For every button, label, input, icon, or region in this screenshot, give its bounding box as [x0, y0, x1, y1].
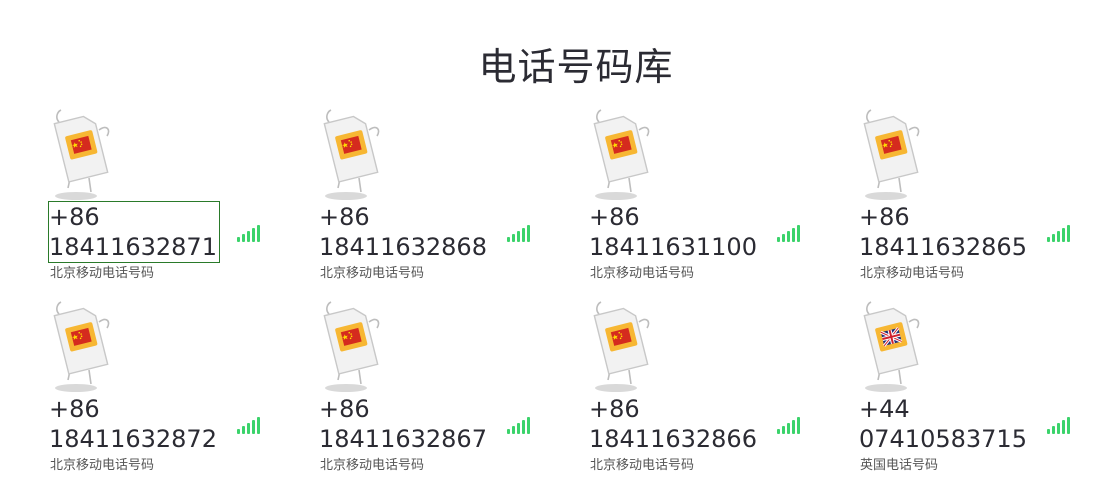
signal-strength-icon — [777, 416, 801, 434]
signal-strength-icon — [507, 224, 531, 242]
phone-number: 18411632866 — [589, 425, 757, 453]
page-title: 电话号码库 — [478, 45, 674, 89]
signal-strength-icon — [1047, 416, 1071, 434]
number-description: 北京移动电话号码 — [50, 266, 155, 281]
country-code: +86 — [319, 203, 370, 231]
signal-strength-icon — [777, 224, 801, 242]
sim-card-icon — [323, 301, 380, 385]
country-code: +44 — [859, 395, 910, 423]
sim-card-icon — [593, 301, 650, 385]
number-description: 北京移动电话号码 — [320, 458, 425, 473]
phone-number-card[interactable]: +86 18411631100 北京移动电话号码 — [589, 108, 819, 288]
sim-card-icon — [863, 301, 920, 385]
phone-number-link[interactable]: +86 18411632868 — [319, 202, 489, 262]
phone-number-link[interactable]: +86 18411632866 — [589, 394, 759, 454]
phone-number-card[interactable]: +86 18411632872 北京移动电话号码 — [49, 300, 279, 480]
phone-number: 18411631100 — [589, 233, 757, 261]
country-code: +86 — [589, 395, 640, 423]
number-description: 北京移动电话号码 — [320, 266, 425, 281]
number-description: 北京移动电话号码 — [590, 266, 695, 281]
phone-number-card[interactable]: +44 07410583715 英国电话号码 — [859, 300, 1089, 480]
phone-number-card[interactable]: +86 18411632866 北京移动电话号码 — [589, 300, 819, 480]
phone-number-card[interactable]: +86 18411632871 北京移动电话号码 — [48, 108, 279, 288]
signal-strength-icon — [1047, 224, 1071, 242]
phone-number: 18411632867 — [319, 425, 487, 453]
phone-number-link[interactable]: +44 07410583715 — [859, 394, 1029, 454]
number-description: 北京移动电话号码 — [590, 458, 695, 473]
country-code: +86 — [589, 203, 640, 231]
phone-number-card[interactable]: +86 18411632868 北京移动电话号码 — [319, 108, 549, 288]
phone-number-link[interactable]: +86 18411632867 — [319, 394, 489, 454]
sim-card-icon — [323, 109, 380, 193]
phone-number-card[interactable]: +86 18411632865 北京移动电话号码 — [859, 108, 1089, 288]
phone-number: 18411632871 — [49, 233, 217, 261]
number-description: 北京移动电话号码 — [50, 458, 155, 473]
country-code: +86 — [49, 203, 100, 231]
signal-strength-icon — [237, 416, 261, 434]
phone-number-link[interactable]: +86 18411632865 — [859, 202, 1029, 262]
number-description: 北京移动电话号码 — [860, 266, 965, 281]
phone-number: 07410583715 — [859, 425, 1027, 453]
signal-strength-icon — [507, 416, 531, 434]
country-code: +86 — [319, 395, 370, 423]
phone-number-card[interactable]: +86 18411632867 北京移动电话号码 — [319, 300, 549, 480]
sim-card-icon — [53, 109, 110, 193]
sim-card-icon — [863, 109, 920, 193]
phone-number: 18411632865 — [859, 233, 1027, 261]
signal-strength-icon — [237, 224, 261, 242]
phone-number-link[interactable]: +86 18411632871 — [48, 201, 220, 263]
phone-number-link[interactable]: +86 18411632872 — [49, 394, 219, 454]
country-code: +86 — [49, 395, 100, 423]
phone-number-link[interactable]: +86 18411631100 — [589, 202, 759, 262]
sim-card-icon — [53, 301, 110, 385]
country-code: +86 — [859, 203, 910, 231]
sim-card-icon — [593, 109, 650, 193]
number-description: 英国电话号码 — [860, 458, 939, 473]
phone-number: 18411632868 — [319, 233, 487, 261]
phone-number: 18411632872 — [49, 425, 217, 453]
